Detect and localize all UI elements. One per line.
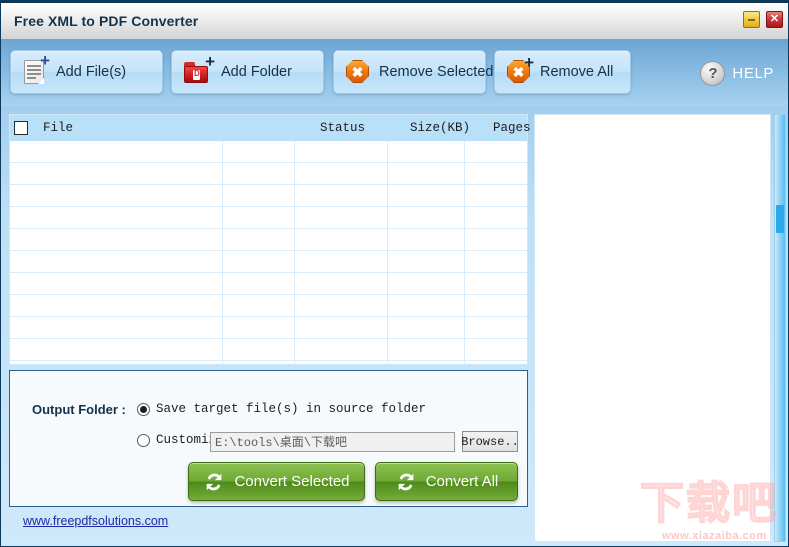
column-header-status[interactable]: Status	[320, 121, 365, 135]
table-row[interactable]	[10, 295, 527, 317]
remove-octagon-icon: ✖	[346, 60, 370, 84]
add-files-button[interactable]: + Add File(s)	[10, 50, 163, 94]
table-row[interactable]	[10, 207, 527, 229]
refresh-arrows-icon	[203, 471, 225, 493]
close-button[interactable]: ✕	[766, 11, 783, 28]
convert-selected-button[interactable]: Convert Selected	[188, 462, 365, 501]
folder-plus-icon: +	[184, 53, 215, 85]
add-folder-label: Add Folder	[221, 64, 292, 80]
help-button[interactable]: ? HELP	[700, 61, 774, 86]
remove-all-button[interactable]: ✖ + Remove All	[494, 50, 631, 94]
preview-vertical-scrollbar[interactable]	[774, 114, 786, 542]
file-list-header: File Status Size(KB) Pages	[10, 115, 531, 141]
preview-panel	[534, 114, 771, 542]
add-files-label: Add File(s)	[56, 64, 127, 80]
select-all-checkbox[interactable]	[14, 121, 28, 135]
toolbar: + Add File(s) + Add Folder ✖ Remove Sele…	[1, 39, 788, 106]
convert-all-button[interactable]: Convert All	[375, 462, 518, 501]
table-row[interactable]	[10, 185, 527, 207]
table-row[interactable]	[10, 251, 527, 273]
radio-customize[interactable]	[137, 433, 150, 447]
website-link[interactable]: www.freepdfsolutions.com	[23, 514, 168, 528]
radio-save-in-source[interactable]	[137, 402, 150, 416]
scrollbar-thumb[interactable]	[776, 205, 784, 233]
table-row[interactable]	[10, 229, 527, 251]
column-header-file[interactable]: File	[43, 121, 73, 135]
column-divider	[464, 141, 465, 364]
column-divider	[387, 141, 388, 364]
column-header-pages[interactable]: Pages	[493, 121, 531, 135]
minimize-icon	[748, 18, 755, 21]
application-window: Free XML to PDF Converter ✕ + Add File(s…	[0, 0, 789, 547]
browse-button[interactable]: Browse..	[461, 431, 519, 452]
question-circle-icon: ?	[700, 61, 726, 86]
radio-save-in-source-label: Save target file(s) in source folder	[156, 402, 427, 416]
remove-selected-button[interactable]: ✖ Remove Selected	[333, 50, 493, 94]
file-list-panel: File Status Size(KB) Pages	[9, 114, 531, 365]
convert-selected-label: Convert Selected	[234, 473, 350, 490]
file-list-body[interactable]	[10, 141, 527, 364]
remove-octagon-plus-icon: ✖ +	[507, 54, 534, 84]
minimize-button[interactable]	[743, 11, 760, 28]
table-row[interactable]	[10, 317, 527, 339]
output-source-option[interactable]: Save target file(s) in source folder	[137, 402, 426, 416]
table-row[interactable]	[10, 339, 527, 361]
output-folder-label: Output Folder :	[32, 402, 126, 417]
window-title: Free XML to PDF Converter	[14, 13, 199, 29]
remove-all-label: Remove All	[540, 64, 614, 80]
table-row[interactable]	[10, 273, 527, 295]
output-path-input[interactable]: E:\tools\桌面\下载吧	[210, 432, 455, 452]
convert-all-label: Convert All	[425, 473, 499, 490]
refresh-arrows-icon	[395, 471, 417, 493]
title-bar: Free XML to PDF Converter ✕	[1, 1, 788, 39]
table-row[interactable]	[10, 163, 527, 185]
column-header-size[interactable]: Size(KB)	[410, 121, 470, 135]
remove-selected-label: Remove Selected	[379, 64, 494, 80]
close-icon: ✕	[769, 13, 780, 25]
document-plus-icon: +	[23, 52, 50, 86]
table-row[interactable]	[10, 141, 527, 163]
column-divider	[222, 141, 223, 364]
help-label: HELP	[732, 65, 774, 82]
column-divider	[294, 141, 295, 364]
add-folder-button[interactable]: + Add Folder	[171, 50, 324, 94]
